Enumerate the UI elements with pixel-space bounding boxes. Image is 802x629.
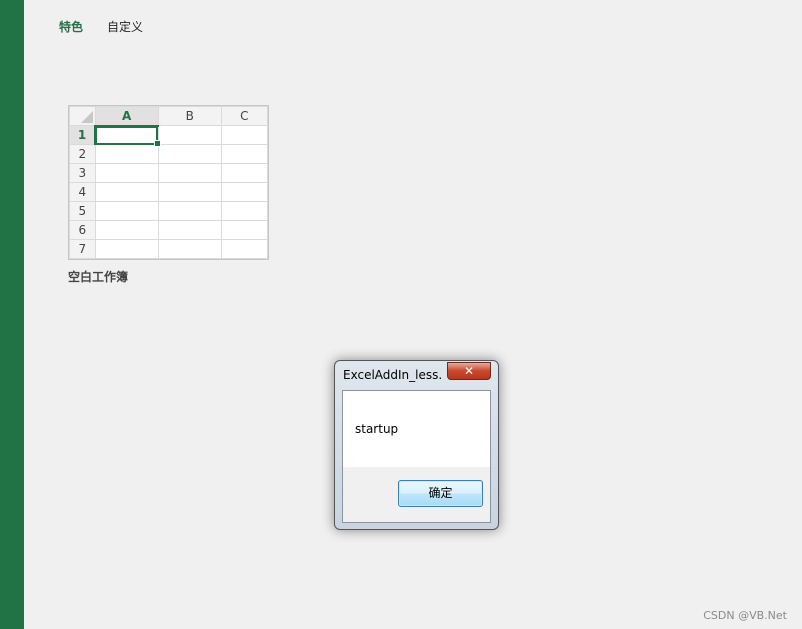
cell xyxy=(157,163,222,183)
dialog-body: startup 确定 xyxy=(342,390,491,523)
ok-button[interactable]: 确定 xyxy=(398,480,483,507)
template-label[interactable]: 空白工作簿 xyxy=(68,268,128,285)
close-icon: ✕ xyxy=(463,364,475,378)
row-header: 1 xyxy=(69,125,97,145)
column-header: B xyxy=(157,106,222,126)
tab-custom[interactable]: 自定义 xyxy=(107,18,143,35)
select-all-corner xyxy=(69,106,96,126)
column-header: A xyxy=(94,106,159,127)
message-area: startup xyxy=(343,391,490,467)
cell xyxy=(157,239,222,259)
dialog-title: ExcelAddIn_less... xyxy=(343,368,443,382)
cell xyxy=(220,182,268,202)
fill-handle xyxy=(153,140,161,147)
cell xyxy=(94,201,159,221)
cell xyxy=(220,220,268,240)
cell xyxy=(94,144,159,164)
cell xyxy=(94,239,159,259)
cell xyxy=(157,144,222,164)
cell xyxy=(94,163,159,183)
watermark: CSDN @VB.Net xyxy=(703,609,787,622)
cell xyxy=(94,182,159,202)
tab-featured[interactable]: 特色 xyxy=(59,18,83,35)
cell xyxy=(220,163,268,183)
row-header: 7 xyxy=(69,239,96,259)
cell xyxy=(220,125,268,145)
cell xyxy=(157,220,222,240)
cell xyxy=(94,220,159,240)
row-header: 6 xyxy=(69,220,96,240)
cell xyxy=(157,182,222,202)
cell xyxy=(157,125,222,145)
cell xyxy=(220,239,268,259)
column-header: C xyxy=(220,106,268,126)
row-header: 3 xyxy=(69,163,96,183)
spreadsheet-preview: A B C 1 2 3 4 5 6 7 xyxy=(69,106,268,259)
close-button[interactable]: ✕ xyxy=(447,362,491,380)
row-header: 2 xyxy=(69,144,96,164)
blank-workbook-thumbnail[interactable]: A B C 1 2 3 4 5 6 7 xyxy=(68,105,269,260)
message-text: startup xyxy=(355,422,399,436)
cell xyxy=(220,201,268,221)
row-header: 5 xyxy=(69,201,96,221)
cell xyxy=(220,144,268,164)
message-box: ExcelAddIn_less... ✕ startup 确定 xyxy=(334,360,499,530)
row-header: 4 xyxy=(69,182,96,202)
selected-cell xyxy=(94,125,161,147)
app-sidebar-strip xyxy=(0,0,24,629)
cell xyxy=(157,201,222,221)
